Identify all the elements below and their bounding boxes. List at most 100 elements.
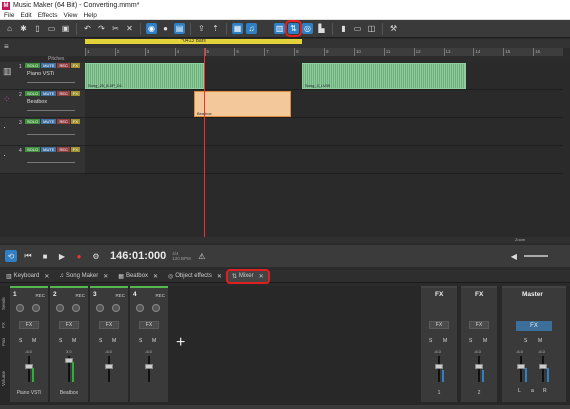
volume-fader-track[interactable] bbox=[438, 356, 440, 382]
record-button[interactable]: REC bbox=[57, 91, 70, 96]
send-knob[interactable] bbox=[32, 304, 40, 312]
solo-button[interactable]: S bbox=[469, 338, 472, 344]
solo-button[interactable]: S bbox=[429, 338, 432, 344]
send-knob[interactable] bbox=[56, 304, 64, 312]
track-header[interactable]: · 3 SOLO MUTE REC FX bbox=[0, 118, 85, 146]
home-icon[interactable]: ⌂ bbox=[4, 23, 15, 34]
open-folder-icon[interactable]: ▭ bbox=[46, 23, 57, 34]
audio-editor-icon[interactable]: ♫ bbox=[246, 23, 257, 34]
stop-icon[interactable]: ■ bbox=[39, 250, 51, 262]
split-icon[interactable]: ◫ bbox=[366, 23, 377, 34]
solo-button[interactable]: S bbox=[19, 338, 22, 344]
volume-fader[interactable] bbox=[145, 364, 153, 369]
record-arm-button[interactable]: REC bbox=[35, 293, 45, 298]
hamburger-menu-icon[interactable]: ≡ bbox=[4, 42, 9, 51]
beatbox-clip[interactable]: Beatbox bbox=[194, 91, 291, 117]
export-icon[interactable]: ⇪ bbox=[196, 23, 207, 34]
volume-slider[interactable] bbox=[27, 162, 75, 163]
fx-button[interactable]: FX bbox=[19, 321, 39, 329]
volume-fader[interactable] bbox=[435, 364, 443, 369]
close-icon[interactable]: ✕ bbox=[259, 273, 264, 280]
mute-button[interactable]: M bbox=[112, 338, 116, 344]
mute-button[interactable]: M bbox=[443, 338, 447, 344]
solo-button[interactable]: S bbox=[59, 338, 62, 344]
marker-range[interactable]: *0413 Bars bbox=[85, 39, 302, 44]
menu-view[interactable]: View bbox=[63, 12, 77, 19]
play-icon[interactable]: ▶ bbox=[56, 250, 68, 262]
solo-button[interactable]: S bbox=[524, 338, 527, 344]
fx-button[interactable]: FX bbox=[429, 321, 449, 329]
mute-button[interactable]: MUTE bbox=[41, 147, 57, 152]
mixer-view-icon[interactable]: ⇅ bbox=[285, 20, 302, 37]
track-name[interactable]: Beatbox bbox=[27, 99, 47, 105]
position-display[interactable]: 146:01:000 bbox=[110, 250, 166, 262]
mute-button[interactable]: M bbox=[72, 338, 76, 344]
pointer-mode-icon[interactable]: ◉ bbox=[146, 23, 157, 34]
fx-button[interactable]: FX bbox=[469, 321, 489, 329]
fx-button[interactable]: FX bbox=[70, 119, 81, 124]
menu-file[interactable]: File bbox=[4, 12, 14, 19]
master-fx-button[interactable]: FX bbox=[516, 321, 552, 331]
left-fader-track[interactable] bbox=[520, 356, 522, 382]
track-lane[interactable]: Beatbox bbox=[85, 90, 563, 118]
send-knob[interactable] bbox=[16, 304, 24, 312]
send-knob[interactable] bbox=[96, 304, 104, 312]
settings-icon[interactable]: ✱ bbox=[18, 23, 29, 34]
upload-icon[interactable]: ⇡ bbox=[210, 23, 221, 34]
right-volume-fader[interactable] bbox=[539, 364, 547, 369]
solo-button[interactable]: SOLO bbox=[25, 147, 41, 152]
media-pool-icon[interactable]: ▤ bbox=[174, 23, 185, 34]
new-file-icon[interactable]: ▯ bbox=[32, 23, 43, 34]
solo-button[interactable]: S bbox=[99, 338, 102, 344]
loop-icon[interactable]: ⟲ bbox=[5, 250, 17, 262]
fx-button[interactable]: FX bbox=[70, 63, 81, 68]
record-arm-button[interactable]: REC bbox=[155, 293, 165, 298]
close-icon[interactable]: ✕ bbox=[217, 273, 222, 280]
arranger-scrollbar[interactable]: Zoom bbox=[0, 237, 570, 243]
record-button[interactable]: REC bbox=[57, 63, 70, 68]
record-mode-icon[interactable]: ● bbox=[160, 23, 171, 34]
options-icon[interactable]: ⚙ bbox=[90, 250, 102, 262]
volume-fader[interactable] bbox=[475, 364, 483, 369]
menu-help[interactable]: Help bbox=[83, 12, 96, 19]
monitor-icon[interactable]: ▭ bbox=[352, 23, 363, 34]
add-track-button[interactable]: + bbox=[176, 334, 185, 352]
tab-object-effects[interactable]: ◎ Object effects ✕ bbox=[164, 271, 226, 282]
track-header[interactable]: · 4 SOLO MUTE REC FX bbox=[0, 146, 85, 174]
mute-button[interactable]: MUTE bbox=[41, 91, 57, 96]
wrench-icon[interactable]: ⚒ bbox=[388, 23, 399, 34]
zoom-label[interactable]: Zoom bbox=[515, 237, 525, 242]
track-lane[interactable] bbox=[85, 118, 563, 146]
volume-fader-track[interactable] bbox=[28, 356, 30, 382]
send-knob[interactable] bbox=[136, 304, 144, 312]
volume-slider[interactable] bbox=[27, 82, 75, 83]
audio-clip[interactable]: Song_20_8-0P_D1 bbox=[85, 63, 204, 89]
tab-beatbox[interactable]: ▦ Beatbox ✕ bbox=[114, 271, 162, 282]
volume-slider[interactable] bbox=[27, 134, 75, 135]
menu-edit[interactable]: Edit bbox=[20, 12, 31, 19]
record-icon[interactable]: ● bbox=[73, 250, 85, 262]
mute-button[interactable]: M bbox=[32, 338, 36, 344]
menu-effects[interactable]: Effects bbox=[38, 12, 58, 19]
solo-button[interactable]: SOLO bbox=[25, 63, 41, 68]
track-lane[interactable]: Song_20_8-0P_D1 Song_3_LV09 bbox=[85, 62, 563, 90]
video-view-icon[interactable]: ▙ bbox=[316, 23, 327, 34]
fx-button[interactable]: FX bbox=[70, 91, 81, 96]
effects-view-icon[interactable]: ◎ bbox=[302, 23, 313, 34]
mute-button[interactable]: MUTE bbox=[41, 63, 57, 68]
speaker-icon[interactable]: ◀ bbox=[508, 250, 520, 262]
fx-button[interactable]: FX bbox=[139, 321, 159, 329]
track-name[interactable]: Piano VSTi bbox=[27, 71, 54, 77]
cut-icon[interactable]: ✂ bbox=[110, 23, 121, 34]
track-header[interactable]: ⁘ 2 SOLO MUTE REC FX Beatbox bbox=[0, 90, 85, 118]
close-icon[interactable]: ✕ bbox=[44, 273, 49, 280]
level-meter-icon[interactable]: ▮ bbox=[338, 23, 349, 34]
mute-button[interactable]: M bbox=[483, 338, 487, 344]
track-lane[interactable] bbox=[85, 146, 563, 174]
mute-button[interactable]: MUTE bbox=[41, 119, 57, 124]
volume-fader-track[interactable] bbox=[478, 356, 480, 382]
send-knob[interactable] bbox=[112, 304, 120, 312]
mute-button[interactable]: M bbox=[152, 338, 156, 344]
track-header[interactable]: ▥ 1 SOLO MUTE REC FX Piano VSTi bbox=[0, 62, 85, 90]
rewind-icon[interactable]: ⏮ bbox=[22, 250, 34, 262]
